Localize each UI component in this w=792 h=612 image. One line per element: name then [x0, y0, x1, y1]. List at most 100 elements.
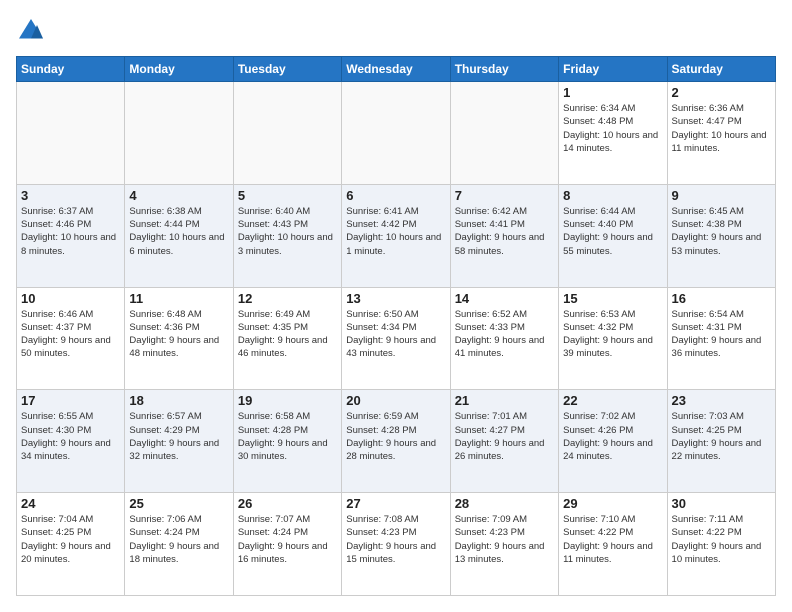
day-info: Sunrise: 6:49 AM Sunset: 4:35 PM Dayligh…	[238, 308, 337, 361]
day-number: 2	[672, 85, 771, 100]
calendar-header-cell: Tuesday	[233, 57, 341, 82]
calendar-header-cell: Wednesday	[342, 57, 450, 82]
day-info: Sunrise: 7:02 AM Sunset: 4:26 PM Dayligh…	[563, 410, 662, 463]
day-number: 25	[129, 496, 228, 511]
day-number: 16	[672, 291, 771, 306]
calendar-week-row: 10 Sunrise: 6:46 AM Sunset: 4:37 PM Dayli…	[17, 287, 776, 390]
calendar-week-row: 17 Sunrise: 6:55 AM Sunset: 4:30 PM Dayli…	[17, 390, 776, 493]
day-number: 12	[238, 291, 337, 306]
logo	[16, 16, 50, 46]
page: SundayMondayTuesdayWednesdayThursdayFrid…	[0, 0, 792, 612]
calendar-cell: 20 Sunrise: 6:59 AM Sunset: 4:28 PM Dayli…	[342, 390, 450, 493]
calendar-cell	[233, 82, 341, 185]
calendar-cell: 16 Sunrise: 6:54 AM Sunset: 4:31 PM Dayli…	[667, 287, 775, 390]
day-number: 17	[21, 393, 120, 408]
calendar-cell: 1Sunrise: 6:34 AM Sunset: 4:48 PM Daylig…	[559, 82, 667, 185]
day-number: 21	[455, 393, 554, 408]
calendar-cell: 10 Sunrise: 6:46 AM Sunset: 4:37 PM Dayli…	[17, 287, 125, 390]
day-number: 15	[563, 291, 662, 306]
calendar-week-row: 1Sunrise: 6:34 AM Sunset: 4:48 PM Daylig…	[17, 82, 776, 185]
day-info: Sunrise: 6:37 AM Sunset: 4:46 PM Dayligh…	[21, 205, 120, 258]
calendar-cell: 30 Sunrise: 7:11 AM Sunset: 4:22 PM Dayli…	[667, 493, 775, 596]
day-info: Sunrise: 6:54 AM Sunset: 4:31 PM Dayligh…	[672, 308, 771, 361]
day-info: Sunrise: 6:46 AM Sunset: 4:37 PM Dayligh…	[21, 308, 120, 361]
day-info: Sunrise: 6:42 AM Sunset: 4:41 PM Dayligh…	[455, 205, 554, 258]
calendar-cell: 9Sunrise: 6:45 AM Sunset: 4:38 PM Daylig…	[667, 184, 775, 287]
calendar-cell: 4 Sunrise: 6:38 AM Sunset: 4:44 PM Daylig…	[125, 184, 233, 287]
calendar-cell: 29Sunrise: 7:10 AM Sunset: 4:22 PM Dayli…	[559, 493, 667, 596]
day-info: Sunrise: 7:03 AM Sunset: 4:25 PM Dayligh…	[672, 410, 771, 463]
day-number: 28	[455, 496, 554, 511]
day-info: Sunrise: 6:48 AM Sunset: 4:36 PM Dayligh…	[129, 308, 228, 361]
day-number: 30	[672, 496, 771, 511]
calendar-cell: 28 Sunrise: 7:09 AM Sunset: 4:23 PM Dayli…	[450, 493, 558, 596]
day-number: 23	[672, 393, 771, 408]
day-info: Sunrise: 7:10 AM Sunset: 4:22 PM Dayligh…	[563, 513, 662, 566]
day-number: 3	[21, 188, 120, 203]
day-info: Sunrise: 7:11 AM Sunset: 4:22 PM Dayligh…	[672, 513, 771, 566]
calendar-header-cell: Friday	[559, 57, 667, 82]
day-info: Sunrise: 7:07 AM Sunset: 4:24 PM Dayligh…	[238, 513, 337, 566]
day-info: Sunrise: 6:41 AM Sunset: 4:42 PM Dayligh…	[346, 205, 445, 258]
calendar-cell: 27 Sunrise: 7:08 AM Sunset: 4:23 PM Dayli…	[342, 493, 450, 596]
day-info: Sunrise: 6:45 AM Sunset: 4:38 PM Dayligh…	[672, 205, 771, 258]
calendar-cell: 14 Sunrise: 6:52 AM Sunset: 4:33 PM Dayli…	[450, 287, 558, 390]
day-info: Sunrise: 7:01 AM Sunset: 4:27 PM Dayligh…	[455, 410, 554, 463]
calendar-cell: 11 Sunrise: 6:48 AM Sunset: 4:36 PM Dayli…	[125, 287, 233, 390]
calendar-cell: 22Sunrise: 7:02 AM Sunset: 4:26 PM Dayli…	[559, 390, 667, 493]
day-info: Sunrise: 7:04 AM Sunset: 4:25 PM Dayligh…	[21, 513, 120, 566]
calendar-cell	[450, 82, 558, 185]
calendar-cell: 19 Sunrise: 6:58 AM Sunset: 4:28 PM Dayli…	[233, 390, 341, 493]
day-number: 4	[129, 188, 228, 203]
day-info: Sunrise: 6:44 AM Sunset: 4:40 PM Dayligh…	[563, 205, 662, 258]
calendar-cell	[17, 82, 125, 185]
day-info: Sunrise: 7:09 AM Sunset: 4:23 PM Dayligh…	[455, 513, 554, 566]
calendar-cell: 13Sunrise: 6:50 AM Sunset: 4:34 PM Dayli…	[342, 287, 450, 390]
day-number: 20	[346, 393, 445, 408]
day-number: 11	[129, 291, 228, 306]
calendar-cell	[125, 82, 233, 185]
calendar-header-cell: Sunday	[17, 57, 125, 82]
day-number: 27	[346, 496, 445, 511]
calendar-cell: 15 Sunrise: 6:53 AM Sunset: 4:32 PM Dayli…	[559, 287, 667, 390]
day-number: 1	[563, 85, 662, 100]
calendar-cell: 23 Sunrise: 7:03 AM Sunset: 4:25 PM Dayli…	[667, 390, 775, 493]
calendar-cell: 25 Sunrise: 7:06 AM Sunset: 4:24 PM Dayli…	[125, 493, 233, 596]
day-number: 18	[129, 393, 228, 408]
day-info: Sunrise: 6:52 AM Sunset: 4:33 PM Dayligh…	[455, 308, 554, 361]
day-info: Sunrise: 6:40 AM Sunset: 4:43 PM Dayligh…	[238, 205, 337, 258]
calendar-cell: 24Sunrise: 7:04 AM Sunset: 4:25 PM Dayli…	[17, 493, 125, 596]
calendar-cell: 2 Sunrise: 6:36 AM Sunset: 4:47 PM Daylig…	[667, 82, 775, 185]
day-number: 26	[238, 496, 337, 511]
day-info: Sunrise: 6:36 AM Sunset: 4:47 PM Dayligh…	[672, 102, 771, 155]
day-info: Sunrise: 6:55 AM Sunset: 4:30 PM Dayligh…	[21, 410, 120, 463]
day-number: 6	[346, 188, 445, 203]
calendar-header-row: SundayMondayTuesdayWednesdayThursdayFrid…	[17, 57, 776, 82]
day-number: 10	[21, 291, 120, 306]
day-info: Sunrise: 6:38 AM Sunset: 4:44 PM Dayligh…	[129, 205, 228, 258]
calendar-cell	[342, 82, 450, 185]
day-info: Sunrise: 6:53 AM Sunset: 4:32 PM Dayligh…	[563, 308, 662, 361]
day-number: 14	[455, 291, 554, 306]
calendar-week-row: 3 Sunrise: 6:37 AM Sunset: 4:46 PM Daylig…	[17, 184, 776, 287]
calendar-cell: 6 Sunrise: 6:41 AM Sunset: 4:42 PM Daylig…	[342, 184, 450, 287]
calendar-table: SundayMondayTuesdayWednesdayThursdayFrid…	[16, 56, 776, 596]
header	[16, 16, 776, 46]
calendar-cell: 5 Sunrise: 6:40 AM Sunset: 4:43 PM Daylig…	[233, 184, 341, 287]
day-info: Sunrise: 6:57 AM Sunset: 4:29 PM Dayligh…	[129, 410, 228, 463]
calendar-header-cell: Monday	[125, 57, 233, 82]
day-number: 19	[238, 393, 337, 408]
day-info: Sunrise: 6:59 AM Sunset: 4:28 PM Dayligh…	[346, 410, 445, 463]
day-info: Sunrise: 6:58 AM Sunset: 4:28 PM Dayligh…	[238, 410, 337, 463]
day-info: Sunrise: 7:06 AM Sunset: 4:24 PM Dayligh…	[129, 513, 228, 566]
calendar-cell: 21 Sunrise: 7:01 AM Sunset: 4:27 PM Dayli…	[450, 390, 558, 493]
day-number: 5	[238, 188, 337, 203]
day-number: 8	[563, 188, 662, 203]
calendar-header-cell: Saturday	[667, 57, 775, 82]
day-info: Sunrise: 7:08 AM Sunset: 4:23 PM Dayligh…	[346, 513, 445, 566]
logo-icon	[16, 16, 46, 46]
calendar-cell: 8 Sunrise: 6:44 AM Sunset: 4:40 PM Daylig…	[559, 184, 667, 287]
day-info: Sunrise: 6:50 AM Sunset: 4:34 PM Dayligh…	[346, 308, 445, 361]
calendar-week-row: 24Sunrise: 7:04 AM Sunset: 4:25 PM Dayli…	[17, 493, 776, 596]
calendar-cell: 7Sunrise: 6:42 AM Sunset: 4:41 PM Daylig…	[450, 184, 558, 287]
